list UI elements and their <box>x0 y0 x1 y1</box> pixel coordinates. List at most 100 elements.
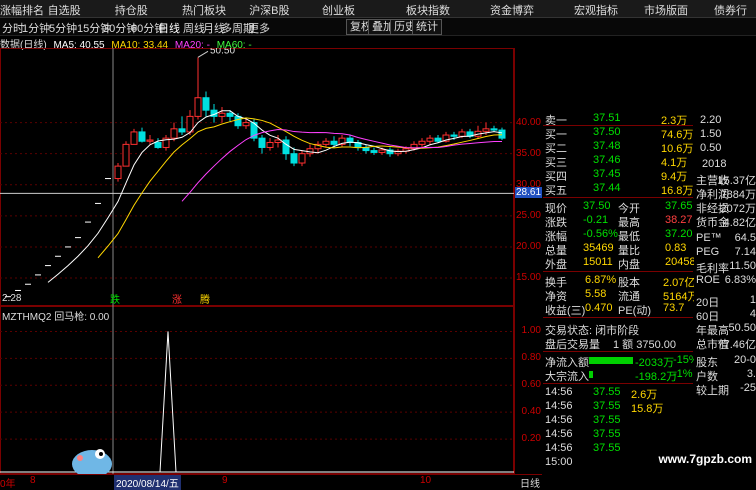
topnav-item[interactable]: 热门板块 <box>182 2 226 18</box>
topnav-item[interactable]: 沪深B股 <box>249 2 289 18</box>
toolbar-button[interactable]: 统计 <box>412 19 442 35</box>
cell: 37.50 <box>583 200 611 212</box>
topnav-item[interactable]: 板块指数 <box>406 2 450 18</box>
topnav-item[interactable]: 市场版面 <box>644 2 688 18</box>
date-tick: 0年 <box>0 479 16 490</box>
cell: 37.55 <box>593 400 621 412</box>
candle-body <box>178 128 186 133</box>
cell: 收益(三) <box>545 305 586 317</box>
candle-body <box>226 112 234 117</box>
signal-label: 涨 <box>172 294 182 306</box>
candle-body <box>450 134 458 137</box>
financial-panel: 2.20 1.50 0.50 2018 主营收 15.37亿 净利润 7884万 非经损 2072… <box>694 36 756 487</box>
watermark-text: www.7gpzb.com <box>658 452 752 466</box>
topnav-item[interactable]: 自选股 <box>48 2 81 18</box>
fin-row: 货币金 4.82亿 <box>696 214 756 230</box>
candle-body <box>130 131 138 145</box>
cell: 38.27 <box>665 214 693 226</box>
cell: 35469 <box>583 242 614 254</box>
period-10[interactable]: 更多 <box>248 20 270 36</box>
value: 4.82亿 <box>723 217 756 229</box>
candle-body <box>498 129 506 139</box>
indicator-tick: 0.80 <box>521 352 541 364</box>
period-2[interactable]: 5分钟 <box>49 20 77 36</box>
cell: 37.50 <box>593 126 621 138</box>
candle-body <box>170 128 178 139</box>
period-1[interactable]: 1分钟 <box>22 20 50 36</box>
value: 4 <box>749 308 756 320</box>
period-0[interactable]: 分时 <box>2 20 24 36</box>
indicator-title: MZTHMQ2 回马枪: 0.00 <box>2 312 110 323</box>
buy-row: 买一 37.50 74.6万 <box>543 126 693 141</box>
price-tick: 35.00 <box>515 147 541 159</box>
flow-bar <box>589 371 593 378</box>
quote-row: 现价 37.50 今开 37.65 <box>543 200 693 215</box>
cell: 37.51 <box>593 112 621 124</box>
tick-row: 14:56 37.55 2.6万 <box>543 386 693 401</box>
topnav-item[interactable]: 创业板 <box>322 2 355 18</box>
flow-row: 大宗流入 -198.2万 -1% <box>543 368 693 383</box>
cell: 16.8万 <box>661 185 694 197</box>
mini-value: 2.20 <box>700 114 722 126</box>
value: 6.83% <box>724 274 756 286</box>
cell: 37.55 <box>593 442 621 454</box>
topnav-item[interactable]: 涨幅排名 <box>0 2 44 18</box>
label: 较上期 <box>696 385 729 397</box>
date-tick: 10 <box>420 475 432 486</box>
value: 7.14 <box>734 246 756 258</box>
cell: 1 额 3750.00 <box>613 339 676 351</box>
period-toolbar: 分时 1分钟 5分钟 15分钟 30分钟 60分钟 日线 周线 月线 多周期 更多 复权 叠加 历史 统计 <box>0 18 756 36</box>
indicator-tick: 0.40 <box>521 406 541 418</box>
price-tick: 15.00 <box>515 272 541 284</box>
fund-row: 换手 6.87% 股本 2.07亿 <box>543 274 695 289</box>
cell: 14:56 <box>545 442 573 454</box>
value: 77.46亿 <box>717 339 756 351</box>
candle-body <box>282 139 290 155</box>
candle-body <box>138 131 146 142</box>
range-row: 总市值 77.46亿 <box>696 336 756 352</box>
cell: 内盘 <box>618 259 640 271</box>
candle-body <box>298 153 306 164</box>
mini-value: 1.50 <box>700 128 722 140</box>
holder-row: 较上期 -25 <box>696 382 756 398</box>
after-hours-row: 盘后交易量 1 额 3750.00 <box>543 336 693 351</box>
divider <box>543 383 693 384</box>
cell: 37.45 <box>593 168 621 180</box>
label: PEG <box>696 246 720 258</box>
cell: -0.21 <box>583 214 609 226</box>
price-axis: 40.00 35.00 30.00 25.00 20.00 15.00 28.61 1.00 0… <box>514 48 543 474</box>
cell: 买五 <box>545 185 567 197</box>
cell: -0.56% <box>583 228 618 240</box>
period-6[interactable]: 日线 <box>158 20 180 36</box>
low-price-label: 2.28 <box>2 293 22 304</box>
signal-label: 跌 <box>110 293 120 306</box>
topnav-item[interactable]: 债券行 <box>714 2 747 18</box>
candle-body <box>242 122 250 127</box>
topnav-item[interactable]: 资金博弈 <box>490 2 534 18</box>
valuation-row: PEG 7.14 <box>696 246 756 258</box>
candlestick-chart[interactable]: 50.50 2.28 跌 涨 腾 <box>0 48 514 306</box>
cell: 37.55 <box>593 428 621 440</box>
cell: 6.87% <box>585 274 617 286</box>
date-axis: 0年 8 9 10 日线 2020/08/14/五 <box>0 474 542 490</box>
indicator-chart[interactable] <box>0 306 514 474</box>
candle-body <box>114 165 122 180</box>
valuation-row: PE™ 64.5 <box>696 232 756 244</box>
topnav-item[interactable]: 持仓股 <box>115 2 148 18</box>
mascot-icon <box>72 449 112 474</box>
cell: 15011 <box>583 256 613 268</box>
divider <box>543 197 693 198</box>
flow-bar <box>589 357 633 364</box>
quote-row: 涨跌 -0.21 最高 38.27 <box>543 214 693 229</box>
peak-price-label: 50.50 <box>210 48 235 56</box>
candle-body <box>154 141 162 148</box>
tick-row: 14:56 37.55 15.8万 <box>543 400 693 415</box>
candle-body <box>378 149 386 153</box>
topnav-item[interactable]: 宏观指标 <box>574 2 618 18</box>
mini-value: 0.50 <box>700 142 722 154</box>
candle-body <box>490 128 498 131</box>
candle-body <box>330 140 338 145</box>
period-7[interactable]: 周线 <box>183 20 205 36</box>
buy-row: 买四 37.45 9.4万 <box>543 168 693 183</box>
candle-body <box>234 115 242 127</box>
